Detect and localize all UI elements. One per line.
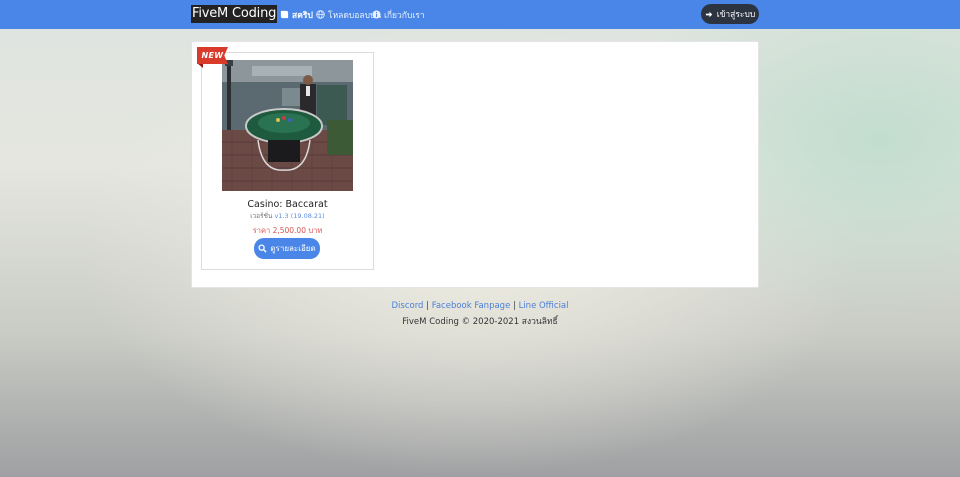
- product-price: ราคา 2,500.00 บาท: [252, 226, 323, 235]
- footer-link-discord[interactable]: Discord: [391, 301, 423, 311]
- nav-item-scripts[interactable]: สคริป: [280, 8, 313, 21]
- product-title: Casino: Baccarat: [247, 199, 328, 210]
- footer-copyright: FiveM Coding © 2020-2021 สงวนลิทธิ์: [402, 317, 558, 327]
- footer-separator: |: [426, 301, 430, 311]
- top-navbar: FiveM Coding สคริป โหลดบอลบบน เกี่ยวกับเ…: [0, 0, 960, 29]
- new-badge: NEW: [197, 47, 228, 64]
- login-button-label: เข้าสู่ระบบ: [716, 10, 756, 20]
- globe-icon: [316, 10, 325, 19]
- footer-separator: |: [513, 301, 516, 311]
- info-icon: [372, 10, 381, 19]
- product-image[interactable]: [222, 60, 353, 191]
- login-button[interactable]: เข้าสู่ระบบ: [701, 4, 759, 24]
- nav-item-label: เกี่ยวกับเรา: [384, 10, 425, 21]
- view-details-button[interactable]: ดูรายละเอียด: [254, 238, 320, 259]
- view-details-label: ดูรายละเอียด: [270, 244, 316, 253]
- sign-in-icon: [705, 11, 712, 17]
- footer-link-line[interactable]: Line Official: [519, 301, 569, 311]
- scroll-icon: [280, 10, 289, 19]
- footer-links: Discord | Facebook Fanpage | Line Offici…: [0, 301, 960, 311]
- casino-baccarat-picture: [222, 60, 353, 191]
- version-number: v1.3 (19.08.21): [274, 212, 325, 220]
- nav-item-about[interactable]: เกี่ยวกับเรา: [372, 8, 425, 21]
- footer-link-facebook[interactable]: Facebook Fanpage: [432, 301, 511, 311]
- version-prefix: เวอร์ชั่น: [250, 212, 273, 220]
- product-version: เวอร์ชั่น v1.3 (19.08.21): [201, 211, 374, 221]
- brand-logo[interactable]: FiveM Coding: [191, 5, 278, 23]
- search-icon: [258, 244, 267, 253]
- nav-item-label: สคริป: [292, 10, 313, 21]
